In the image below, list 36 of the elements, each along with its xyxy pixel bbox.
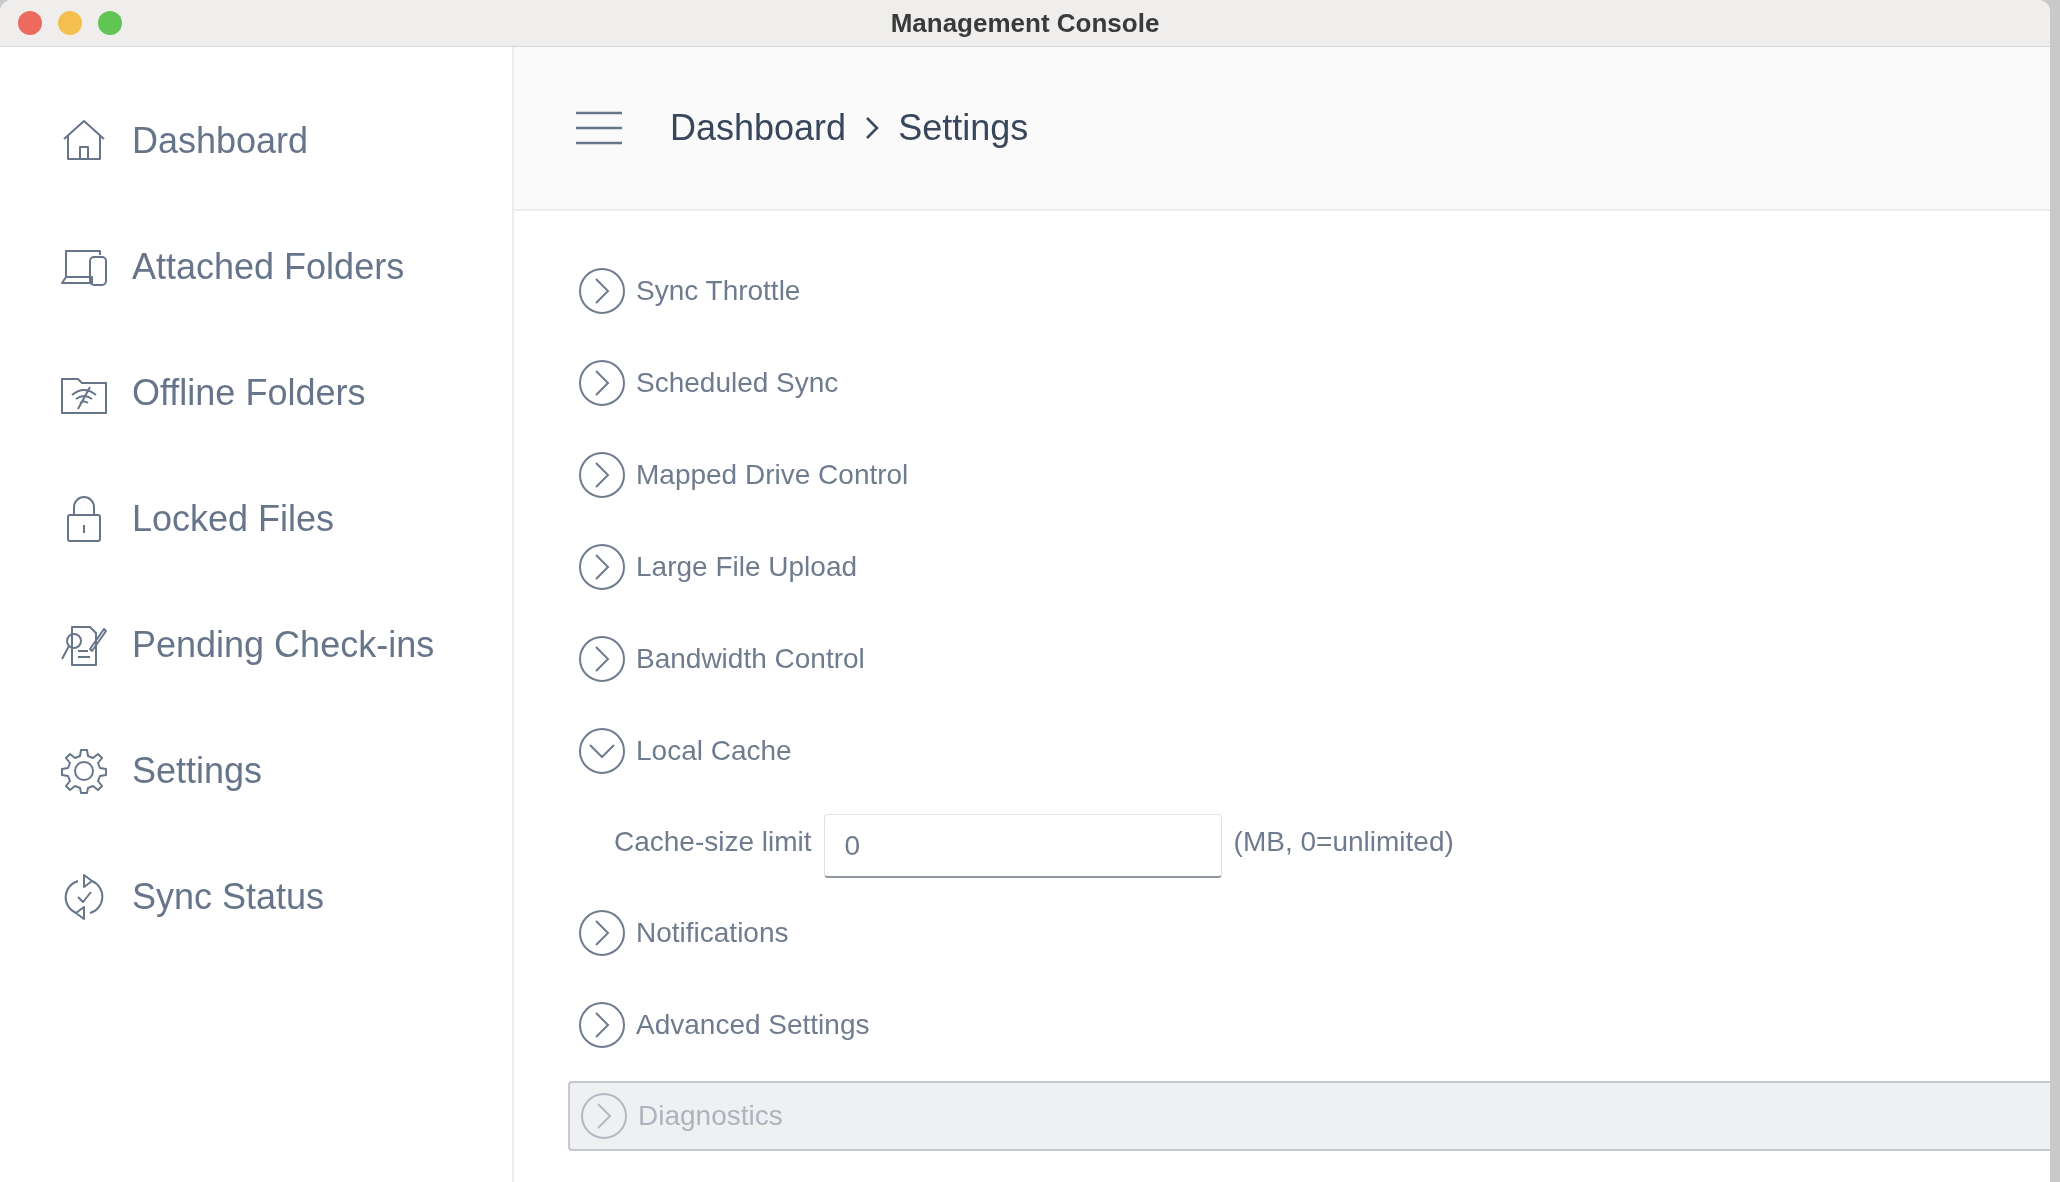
zoom-button[interactable]: [98, 11, 122, 35]
chevron-right-icon: [578, 1001, 626, 1049]
section-header[interactable]: Local Cache: [554, 705, 2050, 797]
window-title: Management Console: [890, 7, 1160, 38]
chevron-right-icon: [578, 543, 626, 591]
section-header[interactable]: Sync Throttle: [554, 245, 2050, 337]
sidebar-item[interactable]: Locked Files: [0, 483, 512, 555]
section-header[interactable]: Bandwidth Control: [554, 613, 2050, 705]
menu-icon[interactable]: [576, 110, 622, 146]
sidebar-item[interactable]: Offline Folders: [0, 357, 512, 429]
close-button[interactable]: [18, 11, 42, 35]
breadcrumb-item: Settings: [898, 107, 1029, 149]
chevron-right-icon: [578, 267, 626, 315]
section-header[interactable]: Advanced Settings: [554, 979, 2050, 1071]
breadcrumb-item[interactable]: Dashboard: [670, 107, 847, 149]
sidebar-item[interactable]: Pending Check-ins: [0, 609, 512, 681]
section-header[interactable]: Large File Upload: [554, 521, 2050, 613]
chevron-right-icon: [578, 451, 626, 499]
sidebar-item[interactable]: Sync Status: [0, 861, 512, 933]
sidebar-item[interactable]: Attached Folders: [0, 231, 512, 303]
chevron-down-icon: [578, 727, 626, 775]
section-header[interactable]: Scheduled Sync: [554, 337, 2050, 429]
section-header[interactable]: Mapped Drive Control: [554, 429, 2050, 521]
field-hint: (MB, 0=unlimited): [1233, 826, 1454, 858]
chevron-right-icon: [864, 116, 881, 140]
chevron-right-icon: [578, 909, 626, 957]
field-label: Cache-size limit: [614, 826, 812, 858]
sidebar-item[interactable]: Settings: [0, 735, 512, 807]
chevron-right-icon: [578, 359, 626, 407]
gear-icon: [60, 747, 108, 795]
input-field[interactable]: 0: [823, 814, 1222, 878]
section-header[interactable]: Notifications: [554, 887, 2050, 979]
minimize-button[interactable]: [58, 11, 82, 35]
chevron-right-icon: [578, 635, 626, 683]
sidebar-item[interactable]: Dashboard: [0, 105, 512, 177]
chevron-right-icon: [580, 1092, 628, 1140]
